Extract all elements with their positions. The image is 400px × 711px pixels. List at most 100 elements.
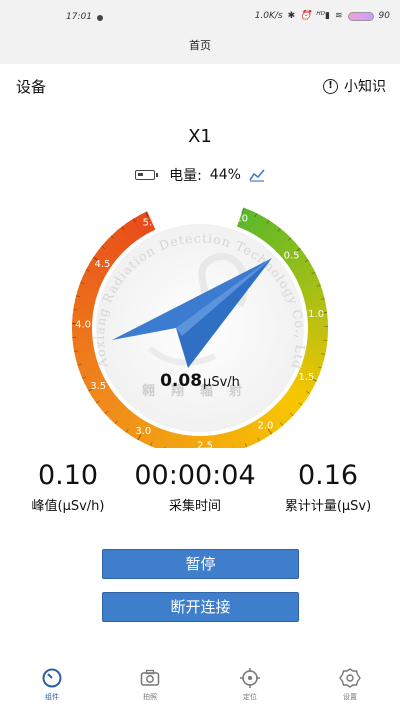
gauge-reading: 0.08 [160, 371, 202, 391]
gauge-arc-segment [298, 274, 320, 291]
gauge-arc-segment [101, 396, 122, 417]
gauge-arc-segment [241, 424, 259, 446]
nav-item-gauge[interactable]: 组件 [22, 667, 82, 702]
gauge-icon [42, 668, 62, 688]
gauge-arc-segment [97, 243, 119, 264]
status-bar: 17:01 1.0K/s ✱ ⏰ ᴴᴰ▮ ≋ 90 [0, 0, 400, 34]
battery-value: 44% [209, 167, 241, 183]
nav-item-camera[interactable]: 拍照 [120, 667, 180, 702]
gauge-arc-segment [81, 368, 103, 385]
gauge-arc-segment [113, 227, 133, 249]
gauge-arc-segment [119, 223, 139, 245]
dose-rate-gauge: 0.00.51.01.52.02.53.03.54.04.55.0 Aoxian… [72, 207, 328, 448]
gauge-arc-segment [106, 401, 127, 422]
gauge-arc-segment [72, 336, 94, 347]
disconnect-button[interactable]: 断开连接 [102, 592, 299, 622]
gauge-tick-label: 2.0 [257, 420, 273, 431]
gauge-arc-segment [279, 395, 301, 415]
gauge-arc-segment [295, 267, 318, 285]
gauge-arc-segment [76, 355, 98, 370]
device-label: 设备 [16, 78, 47, 96]
nav-label-settings: 设置 [343, 693, 357, 701]
gauge-arc-segment [111, 406, 132, 427]
gauge-arc-segment [300, 282, 323, 297]
gauge-tick-label: 0.5 [284, 251, 300, 262]
gauge-tick-label: 5.0 [143, 217, 159, 228]
gauge-arc-segment [181, 434, 192, 448]
gauge-tick-label: 3.0 [135, 426, 151, 437]
nav-label-gauge: 组件 [45, 693, 59, 701]
gauge-arc-segment [150, 427, 166, 448]
notification-dot [97, 15, 103, 21]
battery-row: 电量: 44% [0, 165, 400, 185]
gauge-unit: μSv/h [203, 375, 240, 390]
battery-level-icon [135, 170, 159, 180]
gauge-arc-segment [76, 284, 99, 299]
gauge-arc-segment [292, 261, 314, 279]
gauge-arc-segment [270, 231, 291, 252]
settings-icon [339, 668, 361, 688]
gauge-arc-segment [216, 433, 228, 448]
gauge-tick-label: 1.0 [308, 309, 324, 320]
network-speed: 1.0K/s [254, 11, 283, 21]
gauge-arc-segment [248, 213, 267, 236]
gauge-arc-segment [283, 389, 305, 409]
page-title: 首页 [0, 34, 400, 64]
battery-label: 电量: [169, 168, 202, 184]
info-icon: ! [323, 78, 338, 94]
pause-button[interactable]: 暂停 [102, 549, 299, 579]
wifi-icon: ≋ [335, 11, 343, 21]
gauge-arc-segment [117, 410, 137, 432]
gauge-arc-segment [73, 342, 95, 355]
hd-signal-icon: ᴴᴰ▮ [316, 11, 330, 21]
battery-icon [347, 11, 374, 21]
gauge-tick-label: 4.5 [94, 259, 110, 270]
battery-percent: 90 [378, 11, 390, 21]
gauge-tick-label: 4.0 [75, 319, 91, 330]
gauge-arc-segment [300, 360, 323, 376]
bluetooth-icon: ✱ [287, 11, 296, 21]
gauge-tick-label: 3.5 [90, 381, 106, 392]
trend-chart-icon[interactable] [249, 168, 265, 182]
gauge-arc-segment [291, 378, 314, 397]
gauge-arc-segment [302, 354, 325, 368]
nav-label-location: 定位 [243, 693, 257, 701]
gauge-arc-segment [125, 218, 144, 241]
device-name: X1 [188, 126, 212, 147]
total-stat: 0.16 累计计量(μSv) [272, 460, 384, 514]
tips-button[interactable]: ! 小知识 [323, 76, 386, 96]
gauge-arc-segment [265, 226, 285, 248]
gauge-arc-segment [75, 291, 97, 305]
gauge-arc-segment [166, 431, 179, 448]
gauge-arc-segment [96, 391, 118, 411]
gauge-arc-segment [242, 210, 260, 233]
gauge-tick [73, 309, 78, 311]
gauge-arc-segment [304, 297, 327, 310]
status-indicators: 1.0K/s ✱ ⏰ ᴴᴰ▮ ≋ 90 [255, 11, 390, 21]
peak-label: 峰值(μSv/h) [31, 499, 105, 514]
gauge-arc-segment [91, 385, 114, 405]
gauge-arc-segment [107, 232, 128, 254]
camera-icon [140, 669, 160, 686]
tips-label: 小知识 [344, 79, 386, 95]
bottom-nav: 组件 拍照 定位 设置 [0, 659, 400, 711]
total-label: 累计计量(μSv) [284, 499, 372, 514]
gauge-arc-segment [82, 269, 104, 286]
gauge-arc-segment [275, 236, 297, 257]
gauge-arc-segment [260, 221, 279, 244]
time-label: 采集时间 [168, 499, 221, 514]
gauge-arc-segment [235, 427, 252, 448]
gauge-arc-segment [274, 400, 296, 421]
gauge-arc-segment [102, 238, 124, 258]
gauge-arc-segment [302, 289, 325, 304]
location-icon [240, 668, 260, 688]
alarm-icon: ⏰ [300, 11, 312, 21]
gauge-arc-segment [307, 334, 328, 345]
time-stat: 00:00:04 采集时间 [125, 460, 265, 514]
nav-item-location[interactable]: 定位 [220, 667, 280, 702]
gauge-arc-segment [287, 384, 310, 403]
gauge-arc-segment [79, 276, 102, 293]
nav-item-settings[interactable]: 设置 [320, 667, 380, 702]
nav-label-camera: 拍照 [143, 693, 157, 701]
gauge-arc-segment [304, 347, 326, 361]
